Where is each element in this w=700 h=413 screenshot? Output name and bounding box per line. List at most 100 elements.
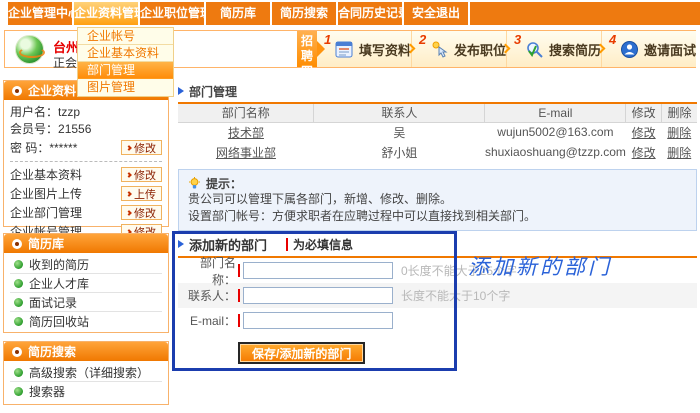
email-input[interactable] — [243, 312, 393, 329]
dashed-divider — [10, 161, 162, 162]
sidebar-item-department-management: 企业部门管理 修改 — [10, 203, 162, 222]
member-no-row: 会员号： 21556 — [10, 121, 162, 138]
form-row-email: E-mail： — [178, 308, 697, 333]
handwritten-annotation: 添加新的部门 — [468, 251, 612, 281]
step-label: 填写资料 — [359, 40, 411, 59]
sidebar-header-resume-search: 简历搜索 — [4, 342, 168, 361]
nav-item-job-management[interactable]: 企业职位管理 — [140, 2, 204, 25]
delete-link[interactable]: 删除 — [667, 146, 691, 160]
page-title: 部门管理 — [189, 83, 237, 100]
username-value: tzzp — [58, 104, 80, 121]
triangle-right-icon — [178, 87, 184, 95]
magnifier-check-icon — [525, 40, 544, 59]
person-badge-icon — [620, 40, 639, 59]
member-no-label: 会员号： — [10, 121, 58, 138]
step-fill-info[interactable]: 1 填写资料 — [317, 31, 411, 67]
tip-line: 设置部门帐号：方便求职者在应聘过程中可以直接找到相关部门。 — [188, 208, 687, 225]
steps-tab-line2: 四步 — [297, 64, 317, 94]
edit-link[interactable]: 修改 — [632, 126, 656, 140]
menu-item-company-account[interactable]: 企业帐号 — [78, 28, 173, 45]
arrow-right-icon — [126, 210, 132, 216]
item-label[interactable]: 企业基本资料 — [10, 166, 82, 183]
step-invite-interview[interactable]: 4 邀请面试 — [601, 31, 696, 67]
green-bullet-icon — [14, 368, 23, 377]
nav-filler — [470, 2, 700, 25]
password-mask: ****** — [49, 141, 77, 155]
password-label: 密 码：****** — [10, 139, 77, 156]
picture-upload-button[interactable]: 上传 — [121, 186, 162, 201]
nav-item-resume-search[interactable]: 简历搜索 — [272, 2, 336, 25]
required-marker — [238, 314, 240, 327]
item-label[interactable]: 企业图片上传 — [10, 185, 82, 202]
item-label: 面试记录 — [29, 294, 77, 311]
table-row: 网络事业部 舒小姐 shuxiaoshuang@tzzp.com 修改 删除 — [178, 142, 697, 162]
nav-item-resume-library[interactable]: 简历库 — [206, 2, 270, 25]
department-edit-button[interactable]: 修改 — [121, 205, 162, 220]
department-name-input[interactable] — [243, 262, 393, 279]
nav-item-logout[interactable]: 安全退出 — [404, 2, 468, 25]
item-label[interactable]: 企业部门管理 — [10, 204, 82, 221]
button-row: 保存/添加新的部门 — [178, 342, 697, 364]
table-header-row: 部门名称 联系人 E-mail 修改 删除 — [178, 104, 697, 122]
delete-link[interactable]: 删除 — [667, 126, 691, 140]
sidebar-item-advanced-search[interactable]: 高级搜索（详细搜索） — [10, 363, 162, 382]
add-department-section: 添加新的部门 为必填信息 部门名称： 0长度不能大于25个字 联系人： 长度不能… — [178, 236, 697, 364]
sidebar-item-received-resumes[interactable]: 收到的简历 — [10, 255, 162, 274]
col-header-delete: 删除 — [661, 104, 697, 122]
green-bullet-icon — [14, 260, 23, 269]
menu-item-picture-management[interactable]: 图片管理 — [78, 79, 173, 96]
tip-title: 提示： — [206, 175, 242, 192]
green-bullet-icon — [14, 387, 23, 396]
radio-bullet-icon — [12, 239, 22, 249]
hand-click-icon — [430, 40, 449, 59]
username-row: 用户名： tzzp — [10, 104, 162, 121]
nav-item-contract-history[interactable]: 合同历史记录 — [338, 2, 402, 25]
radio-bullet-icon — [12, 347, 22, 357]
edit-link[interactable]: 修改 — [632, 146, 656, 160]
item-label: 高级搜索（详细搜索） — [29, 364, 149, 381]
department-name-label: 部门名称： — [178, 254, 236, 288]
menu-item-basic-info[interactable]: 企业基本资料 — [78, 45, 173, 62]
sidebar-title: 企业资料 — [28, 82, 76, 99]
contact-input[interactable] — [243, 287, 393, 304]
lightbulb-icon — [188, 177, 201, 190]
department-link[interactable]: 网络事业部 — [216, 146, 276, 160]
basic-info-edit-button[interactable]: 修改 — [121, 167, 162, 182]
department-link[interactable]: 技术部 — [228, 126, 264, 140]
button-label: 修改 — [134, 140, 156, 156]
menu-item-department-management[interactable]: 部门管理 — [78, 62, 173, 79]
sidebar-item-search-agent[interactable]: 搜索器 — [10, 382, 162, 401]
sidebar-title: 简历搜索 — [28, 343, 76, 360]
green-bullet-icon — [14, 279, 23, 288]
step-post-job[interactable]: 2 发布职位 — [411, 31, 506, 67]
item-label: 简历回收站 — [29, 313, 89, 330]
tip-title-row: 提示： — [188, 175, 687, 191]
nav-item-company-profile[interactable]: 企业资料管理 — [74, 2, 138, 25]
sidebar-title: 简历库 — [28, 235, 64, 252]
nav-item-management-center[interactable]: 企业管理中心 — [8, 2, 72, 25]
sidebar-item-basic-info: 企业基本资料 修改 — [10, 165, 162, 184]
green-bullet-icon — [14, 317, 23, 326]
sidebar-item-resume-recycle-bin[interactable]: 简历回收站 — [10, 312, 162, 331]
sidebar-item-talent-pool[interactable]: 企业人才库 — [10, 274, 162, 293]
arrow-right-icon — [126, 191, 132, 197]
item-label: 企业人才库 — [29, 275, 89, 292]
sidebar-item-interview-records[interactable]: 面试记录 — [10, 293, 162, 312]
required-marker — [238, 289, 240, 302]
password-edit-button[interactable]: 修改 — [121, 140, 162, 155]
form-icon — [335, 40, 354, 59]
step-label: 搜索简历 — [549, 40, 601, 59]
company-profile-dropdown-menu: 企业帐号 企业基本资料 部门管理 图片管理 — [77, 27, 174, 97]
step-search-resume[interactable]: 3 搜索简历 — [506, 31, 601, 67]
username-label: 用户名： — [10, 104, 58, 121]
contact-cell: 舒小姐 — [314, 142, 485, 162]
item-label: 收到的简历 — [29, 256, 89, 273]
col-header-contact: 联系人 — [314, 104, 485, 122]
tip-box: 提示： 贵公司可以管理下属各部门，新增、修改、删除。 设置部门帐号：方便求职者在… — [178, 169, 697, 231]
length-hint: 长度不能大于10个字 — [401, 287, 510, 304]
save-add-department-button[interactable]: 保存/添加新的部门 — [238, 342, 365, 364]
step-label: 发布职位 — [454, 40, 506, 59]
required-marker — [286, 238, 288, 251]
email-label: E-mail： — [178, 312, 236, 329]
button-label: 修改 — [134, 167, 156, 183]
